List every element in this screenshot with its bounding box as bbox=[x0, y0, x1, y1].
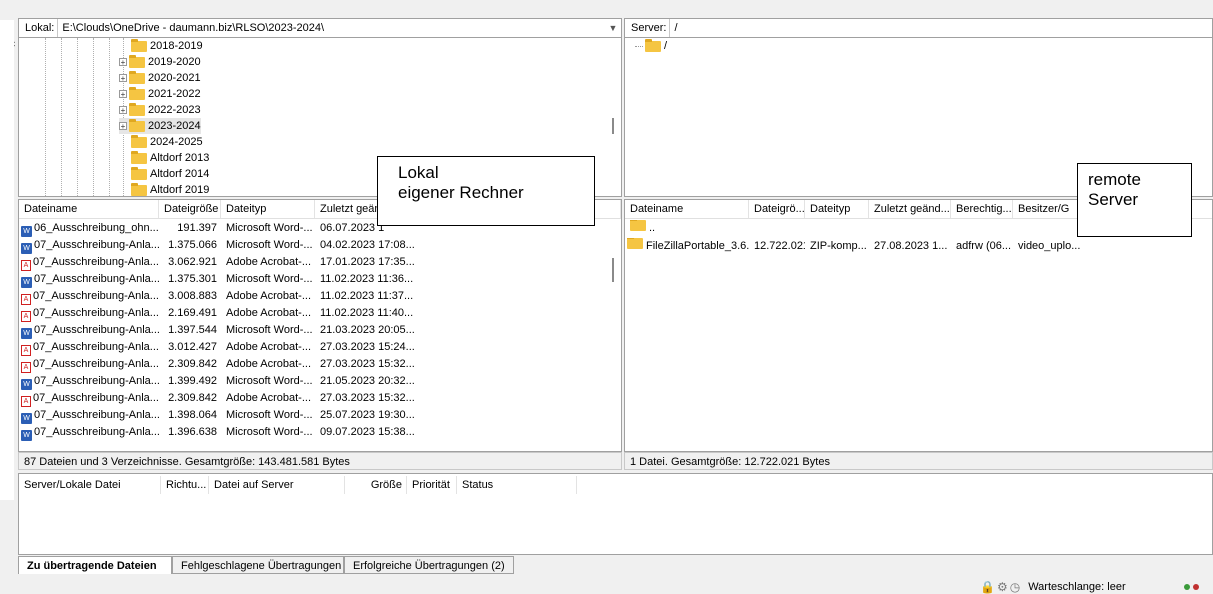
expand-icon[interactable]: + bbox=[119, 122, 127, 131]
tab-queued-files[interactable]: Zu übertragende Dateien bbox=[18, 556, 172, 574]
upload-led-icon bbox=[1184, 584, 1190, 590]
folder-icon bbox=[129, 70, 145, 84]
column-header-size[interactable]: Dateigröße bbox=[159, 200, 221, 218]
word-file-icon: W bbox=[21, 430, 32, 441]
local-file-row[interactable]: A 07_Ausschreibung-Anla... 2.309.842 Adobe … bbox=[19, 390, 425, 407]
remote-address-bar[interactable]: Server: / bbox=[624, 18, 1213, 38]
local-address-bar[interactable]: Lokal: E:\Clouds\OneDrive - daumann.biz\… bbox=[18, 18, 622, 38]
column-header-filename[interactable]: Dateiname bbox=[19, 200, 159, 218]
column-header-permissions[interactable]: Berechtig... bbox=[951, 200, 1013, 218]
local-file-row[interactable]: W 07_Ausschreibung-Anla... 1.399.492 Micros… bbox=[19, 373, 425, 390]
local-file-row[interactable]: W 07_Ausschreibung-Anla... 1.396.638 Micros… bbox=[19, 424, 425, 441]
folder-icon bbox=[645, 38, 661, 52]
pdf-file-icon: A bbox=[21, 260, 31, 271]
local-callout: Lokal eigener Rechner bbox=[377, 156, 595, 226]
tree-item[interactable]: Altdorf 2013 bbox=[119, 150, 209, 166]
tree-item-selected[interactable]: +2023-2024 bbox=[119, 118, 201, 134]
tree-item[interactable]: Altdorf 2014 bbox=[119, 166, 209, 182]
local-file-row[interactable]: W 07_Ausschreibung-Anla... 1.375.066 Micros… bbox=[19, 237, 425, 254]
folder-icon bbox=[129, 54, 145, 68]
lock-icon: 🔒 bbox=[980, 580, 995, 594]
column-header-modified[interactable]: Zuletzt geänd... bbox=[869, 200, 951, 218]
column-header-remote-file[interactable]: Datei auf Server bbox=[209, 476, 345, 494]
local-file-row[interactable]: A 07_Ausschreibung-Anla... 2.309.842 Adobe … bbox=[19, 356, 425, 373]
column-header-type[interactable]: Dateityp bbox=[805, 200, 869, 218]
folder-icon bbox=[131, 166, 147, 180]
remote-address-label: Server: bbox=[625, 19, 671, 37]
transfer-queue[interactable]: Server/Lokale Datei Richtu... Datei auf … bbox=[18, 473, 1213, 555]
word-file-icon: W bbox=[21, 226, 32, 237]
column-header-direction[interactable]: Richtu... bbox=[161, 476, 209, 494]
column-header-size[interactable]: Dateigrö... bbox=[749, 200, 805, 218]
tree-item[interactable]: 2018-2019 bbox=[119, 38, 203, 54]
column-header-priority[interactable]: Priorität bbox=[407, 476, 457, 494]
word-file-icon: W bbox=[21, 243, 32, 254]
pdf-file-icon: A bbox=[21, 396, 31, 407]
column-header-size[interactable]: Größe bbox=[345, 476, 407, 494]
remote-file-row[interactable]: FileZillaPortable_3.6... 12.722.021 ZIP-… bbox=[625, 238, 1212, 255]
download-led-icon bbox=[1193, 584, 1199, 590]
folder-icon bbox=[129, 86, 145, 100]
local-status-bar: 87 Dateien und 3 Verzeichnisse. Gesamtgr… bbox=[18, 452, 622, 470]
local-file-row[interactable]: W 06_Ausschreibung_ohn... 191.397 Microsoft… bbox=[19, 220, 425, 237]
local-file-row[interactable]: A 07_Ausschreibung-Anla... 2.169.491 Adobe … bbox=[19, 305, 425, 322]
local-file-row[interactable]: W 07_Ausschreibung-Anla... 1.397.544 Micros… bbox=[19, 322, 425, 339]
folder-icon bbox=[131, 182, 147, 196]
tree-item[interactable]: +2019-2020 bbox=[119, 54, 201, 70]
chevron-down-icon[interactable]: ▼ bbox=[605, 23, 621, 33]
folder-icon bbox=[131, 134, 147, 148]
local-file-list[interactable]: Dateiname Dateigröße Dateityp Zuletzt ge… bbox=[18, 199, 622, 452]
tree-item[interactable]: +2020-2021 bbox=[119, 70, 201, 86]
tree-item[interactable]: +2021-2022 bbox=[119, 86, 201, 102]
column-header-status[interactable]: Status bbox=[457, 476, 577, 494]
folder-icon bbox=[630, 220, 646, 231]
folder-icon bbox=[131, 150, 147, 164]
folder-icon bbox=[129, 102, 145, 116]
expand-icon[interactable]: + bbox=[119, 90, 127, 99]
tree-item[interactable]: +2022-2023 bbox=[119, 102, 201, 118]
expand-icon[interactable]: + bbox=[119, 58, 127, 67]
gear-icon[interactable]: ⚙ bbox=[997, 580, 1008, 594]
word-file-icon: W bbox=[21, 379, 32, 390]
folder-icon bbox=[131, 38, 147, 52]
local-address-label: Lokal: bbox=[19, 19, 59, 37]
local-tree-scrollbar[interactable] bbox=[612, 118, 614, 134]
word-file-icon: W bbox=[21, 413, 32, 424]
word-file-icon: W bbox=[21, 277, 32, 288]
remote-callout: remote Server bbox=[1077, 163, 1192, 237]
tab-successful-transfers[interactable]: Erfolgreiche Übertragungen (2) bbox=[344, 556, 514, 574]
column-header-type[interactable]: Dateityp bbox=[221, 200, 315, 218]
local-file-row[interactable]: A 07_Ausschreibung-Anla... 3.062.921 Adobe … bbox=[19, 254, 425, 271]
tab-failed-transfers[interactable]: Fehlgeschlagene Übertragungen bbox=[172, 556, 344, 574]
remote-tree-root[interactable]: / bbox=[635, 38, 667, 54]
local-file-row[interactable]: A 07_Ausschreibung-Anla... 3.012.427 Adobe … bbox=[19, 339, 425, 356]
pdf-file-icon: A bbox=[21, 345, 31, 356]
remote-parent-row[interactable]: .. bbox=[625, 220, 749, 237]
expand-icon[interactable]: + bbox=[119, 74, 127, 83]
local-file-row[interactable]: W 07_Ausschreibung-Anla... 1.398.064 Micros… bbox=[19, 407, 425, 424]
queue-status-text: Warteschlange: leer bbox=[1028, 581, 1126, 593]
bottom-status: 🔒 ⚙ ◷ Warteschlange: leer bbox=[980, 580, 1126, 594]
column-header-filename[interactable]: Dateiname bbox=[625, 200, 749, 218]
pdf-file-icon: A bbox=[21, 362, 31, 373]
expand-icon[interactable]: + bbox=[119, 106, 127, 115]
activity-indicator bbox=[1184, 584, 1199, 590]
local-file-row[interactable]: W 07_Ausschreibung-Anla... 1.375.301 Micros… bbox=[19, 271, 425, 288]
clock-icon[interactable]: ◷ bbox=[1010, 580, 1020, 594]
remote-path-input[interactable]: / bbox=[670, 22, 1212, 34]
remote-status-bar: 1 Datei. Gesamtgröße: 12.722.021 Bytes bbox=[624, 452, 1213, 470]
folder-icon bbox=[129, 118, 145, 132]
local-list-scrollbar[interactable] bbox=[612, 258, 614, 282]
left-edge-strip bbox=[0, 20, 14, 500]
word-file-icon: W bbox=[21, 328, 32, 339]
tree-item[interactable]: Altdorf 2019 bbox=[119, 182, 209, 196]
queue-header: Server/Lokale Datei Richtu... Datei auf … bbox=[19, 476, 599, 494]
column-header-local-file[interactable]: Server/Lokale Datei bbox=[19, 476, 161, 494]
tree-item[interactable]: 2024-2025 bbox=[119, 134, 203, 150]
pdf-file-icon: A bbox=[21, 311, 31, 322]
local-path-input[interactable]: E:\Clouds\OneDrive - daumann.biz\RLSO\20… bbox=[58, 22, 605, 34]
zip-file-icon bbox=[627, 238, 643, 249]
local-file-row[interactable]: A 07_Ausschreibung-Anla... 3.008.883 Adobe … bbox=[19, 288, 425, 305]
pdf-file-icon: A bbox=[21, 294, 31, 305]
